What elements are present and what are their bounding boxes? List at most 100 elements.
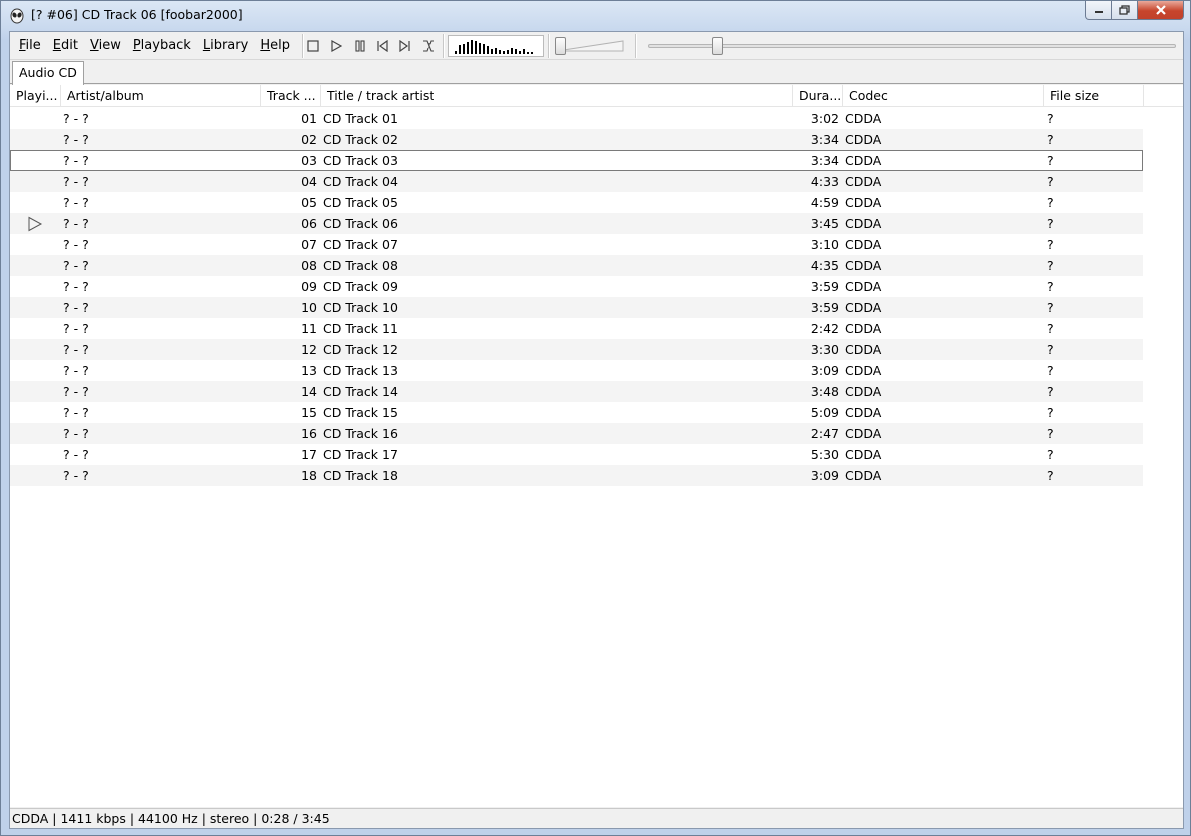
track-row[interactable]: ? - ? 03 CD Track 03 3:34 CDDA? xyxy=(10,150,1143,171)
codec-cell: CDDA xyxy=(845,405,882,420)
seek-bar[interactable] xyxy=(646,36,1178,56)
codec-cell: CDDA xyxy=(845,426,882,441)
playing-indicator-cell xyxy=(10,234,61,255)
file-size-cell: ? xyxy=(1047,111,1054,126)
spectrum-bar xyxy=(523,49,525,54)
seek-track[interactable] xyxy=(648,44,1176,48)
menu-item[interactable]: Help xyxy=(255,38,295,53)
play-icon xyxy=(331,40,342,52)
menu-item[interactable]: Edit xyxy=(48,38,83,53)
now-playing-icon xyxy=(28,216,42,232)
seek-thumb[interactable] xyxy=(712,37,724,55)
track-row[interactable]: ? - ? 16 CD Track 16 2:47 CDDA? xyxy=(10,423,1143,444)
playing-indicator-cell xyxy=(10,465,61,486)
file-size-cell: ? xyxy=(1047,405,1054,420)
column-header-duration[interactable]: Dura... xyxy=(793,85,843,107)
track-row[interactable]: ? - ? 07 CD Track 07 3:10 CDDA? xyxy=(10,234,1143,255)
menu-item[interactable]: View xyxy=(85,38,126,53)
random-button[interactable]: ? xyxy=(419,37,437,55)
duration-cell: 4:33 xyxy=(810,174,839,189)
tab-audio-cd[interactable]: Audio CD xyxy=(12,61,84,85)
file-size-cell: ? xyxy=(1047,153,1054,168)
codec-cell: CDDA xyxy=(845,132,882,147)
file-size-cell: ? xyxy=(1047,426,1054,441)
artist-album-cell: ? - ? xyxy=(63,195,89,210)
menu-item-label: elp xyxy=(270,38,290,53)
track-row[interactable]: ? - ? 15 CD Track 15 5:09 CDDA? xyxy=(10,402,1143,423)
track-row[interactable]: ? - ? 09 CD Track 09 3:59 CDDA? xyxy=(10,276,1143,297)
file-size-cell: ? xyxy=(1047,321,1054,336)
spectrum-bar xyxy=(531,52,533,54)
file-size-cell: ? xyxy=(1047,384,1054,399)
column-header-track-number[interactable]: Track ... xyxy=(261,85,321,107)
title-bar[interactable]: [? #06] CD Track 06 [foobar2000] xyxy=(1,1,1190,31)
duration-cell: 3:45 xyxy=(810,216,839,231)
title-cell: CD Track 07 xyxy=(323,237,398,252)
stop-button[interactable] xyxy=(304,37,322,55)
artist-album-cell: ? - ? xyxy=(63,384,89,399)
play-button[interactable] xyxy=(327,37,345,55)
column-header-artist-album[interactable]: Artist/album xyxy=(61,85,261,107)
playing-indicator-cell xyxy=(10,255,61,276)
next-button[interactable] xyxy=(396,37,414,55)
file-size-cell: ? xyxy=(1047,132,1054,147)
next-icon xyxy=(399,40,410,52)
volume-thumb[interactable] xyxy=(555,37,566,55)
track-row[interactable]: ? - ? 06 CD Track 06 3:45 CDDA? xyxy=(10,213,1143,234)
codec-cell: CDDA xyxy=(845,384,882,399)
foobar-alien-icon[interactable] xyxy=(9,8,25,24)
menu-item[interactable]: Library xyxy=(198,38,253,53)
track-row[interactable]: ? - ? 02 CD Track 02 3:34 CDDA? xyxy=(10,129,1143,150)
playing-indicator-cell xyxy=(10,444,61,465)
spectrum-bar xyxy=(459,45,461,54)
menu-item[interactable]: File xyxy=(14,38,46,53)
maximize-button[interactable] xyxy=(1112,1,1138,20)
track-row[interactable]: ? - ? 18 CD Track 18 3:09 CDDA? xyxy=(10,465,1143,486)
duration-cell: 3:09 xyxy=(810,363,839,378)
column-header-file-size[interactable]: File size xyxy=(1044,85,1144,107)
title-cell: CD Track 09 xyxy=(323,279,398,294)
track-number-cell: 07 xyxy=(301,237,317,252)
artist-album-cell: ? - ? xyxy=(63,321,89,336)
track-row[interactable]: ? - ? 13 CD Track 13 3:09 CDDA? xyxy=(10,360,1143,381)
spectrum-bar xyxy=(515,49,517,54)
track-row[interactable]: ? - ? 05 CD Track 05 4:59 CDDA? xyxy=(10,192,1143,213)
track-row[interactable]: ? - ? 04 CD Track 04 4:33 CDDA? xyxy=(10,171,1143,192)
track-row[interactable]: ? - ? 11 CD Track 11 2:42 CDDA? xyxy=(10,318,1143,339)
column-header-playing[interactable]: Playi... xyxy=(10,85,61,107)
column-header-title[interactable]: Title / track artist xyxy=(321,85,793,107)
spectrum-visualization[interactable] xyxy=(448,35,544,57)
codec-cell: CDDA xyxy=(845,195,882,210)
codec-cell: CDDA xyxy=(845,174,882,189)
previous-button[interactable] xyxy=(373,37,391,55)
minimize-button[interactable] xyxy=(1085,1,1112,20)
toolbar-separator xyxy=(635,34,637,58)
volume-slider[interactable] xyxy=(553,36,627,56)
spectrum-bar xyxy=(467,42,469,54)
window-title: [? #06] CD Track 06 [foobar2000] xyxy=(31,7,243,22)
spectrum-bar xyxy=(519,51,521,54)
track-row[interactable]: ? - ? 17 CD Track 17 5:30 CDDA? xyxy=(10,444,1143,465)
track-number-cell: 11 xyxy=(301,321,317,336)
close-button[interactable] xyxy=(1138,1,1184,20)
menu-item[interactable]: Playback xyxy=(128,38,196,53)
track-number-cell: 08 xyxy=(301,258,317,273)
column-header-codec[interactable]: Codec xyxy=(843,85,1044,107)
restore-icon xyxy=(1119,5,1130,15)
playing-indicator-cell xyxy=(10,108,61,129)
artist-album-cell: ? - ? xyxy=(63,405,89,420)
track-row[interactable]: ? - ? 12 CD Track 12 3:30 CDDA? xyxy=(10,339,1143,360)
playing-indicator-cell xyxy=(10,360,61,381)
spectrum-bar xyxy=(471,40,473,54)
track-row[interactable]: ? - ? 08 CD Track 08 4:35 CDDA? xyxy=(10,255,1143,276)
duration-cell: 3:34 xyxy=(810,153,839,168)
track-row[interactable]: ? - ? 10 CD Track 10 3:59 CDDA? xyxy=(10,297,1143,318)
playing-indicator-cell xyxy=(10,297,61,318)
status-bar: CDDA | 1411 kbps | 44100 Hz | stereo | 0… xyxy=(10,808,1183,828)
track-row[interactable]: ? - ? 01 CD Track 01 3:02 CDDA? xyxy=(10,108,1143,129)
pause-icon xyxy=(355,40,365,52)
playlist-view[interactable]: Playi... Artist/album Track ... Title / … xyxy=(10,85,1183,807)
file-size-cell: ? xyxy=(1047,300,1054,315)
pause-button[interactable] xyxy=(351,37,369,55)
track-row[interactable]: ? - ? 14 CD Track 14 3:48 CDDA? xyxy=(10,381,1143,402)
